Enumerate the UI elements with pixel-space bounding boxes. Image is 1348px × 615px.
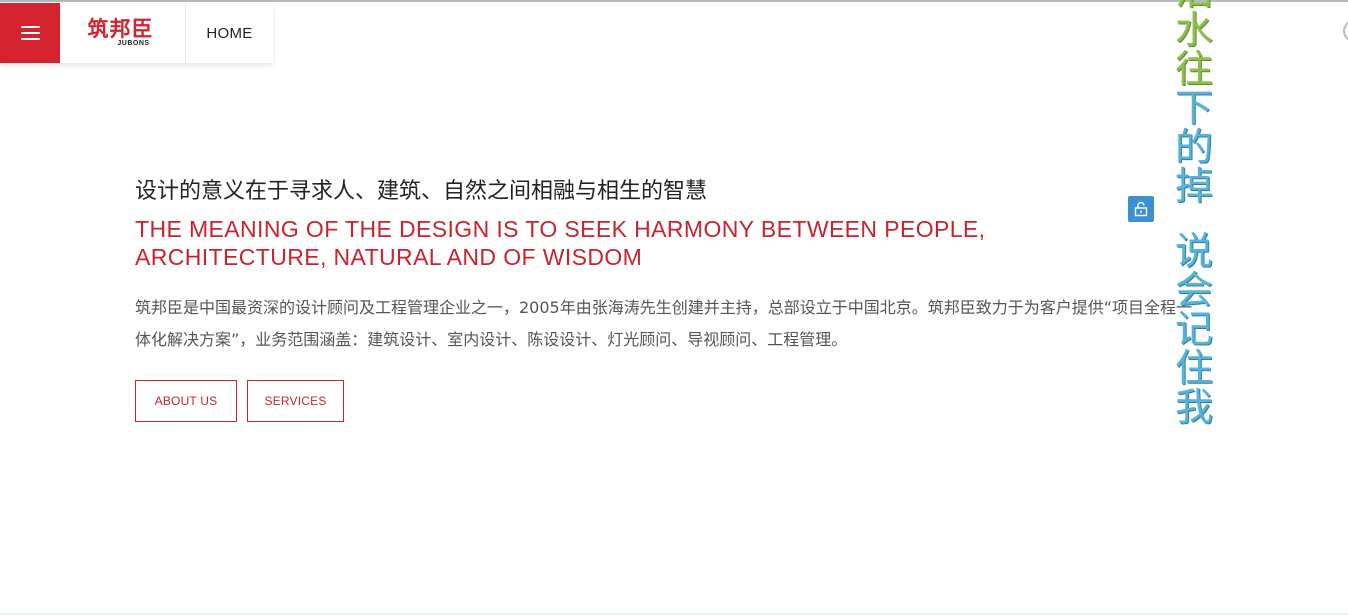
hero-title-english: THE MEANING OF THE DESIGN IS TO SEEK HAR… bbox=[135, 216, 986, 270]
vertical-char: 说 bbox=[1174, 229, 1213, 273]
logo[interactable]: 筑邦臣 JUBONS bbox=[60, 3, 186, 63]
vertical-char: 我 bbox=[1174, 385, 1213, 429]
vertical-char: 住 bbox=[1174, 346, 1213, 390]
services-button[interactable]: SERVICES bbox=[247, 380, 344, 422]
vertical-char: 往 bbox=[1174, 47, 1213, 91]
vertical-char: 记 bbox=[1174, 307, 1213, 351]
vertical-char: 掉 bbox=[1174, 164, 1213, 208]
vertical-char: 下 bbox=[1174, 86, 1213, 130]
page: 筑邦臣 JUBONS HOME 设计的意义在于寻求人、建筑、自然之间相融与相生的… bbox=[0, 0, 1348, 615]
hero-section: 设计的意义在于寻求人、建筑、自然之间相融与相生的智慧 THE MEANING O… bbox=[135, 177, 1195, 422]
unlock-icon-graphic bbox=[1134, 201, 1148, 217]
scroll-indicator-icon[interactable] bbox=[1343, 20, 1348, 42]
logo-english-text: JUBONS bbox=[117, 40, 150, 47]
hero-buttons: ABOUT US SERVICES bbox=[135, 380, 1195, 422]
hamburger-menu-icon-line bbox=[20, 38, 40, 40]
hamburger-menu-icon-line bbox=[20, 32, 40, 34]
vertical-char: 会 bbox=[1174, 268, 1213, 312]
top-navigation-bar: 筑邦臣 JUBONS HOME bbox=[0, 3, 273, 63]
vertical-char: 水 bbox=[1174, 8, 1213, 52]
hero-title-chinese: 设计的意义在于寻求人、建筑、自然之间相融与相生的智慧 bbox=[135, 179, 708, 204]
hamburger-menu-icon-line bbox=[20, 26, 40, 28]
about-us-button[interactable]: ABOUT US bbox=[135, 380, 237, 422]
unlock-icon[interactable] bbox=[1128, 196, 1154, 222]
logo-chinese-text: 筑邦臣 bbox=[87, 17, 154, 41]
menu-button[interactable] bbox=[0, 3, 60, 63]
home-link[interactable]: HOME bbox=[186, 3, 273, 63]
vertical-char: 的 bbox=[1174, 125, 1213, 169]
hero-description: 筑邦臣是中国最资深的设计顾问及工程管理企业之一，2005年由张海涛先生创建并主持… bbox=[135, 298, 1193, 349]
vertical-decorative-text: 泪 水 往 下 的 掉 说 会 记 住 我 bbox=[1170, 0, 1218, 427]
